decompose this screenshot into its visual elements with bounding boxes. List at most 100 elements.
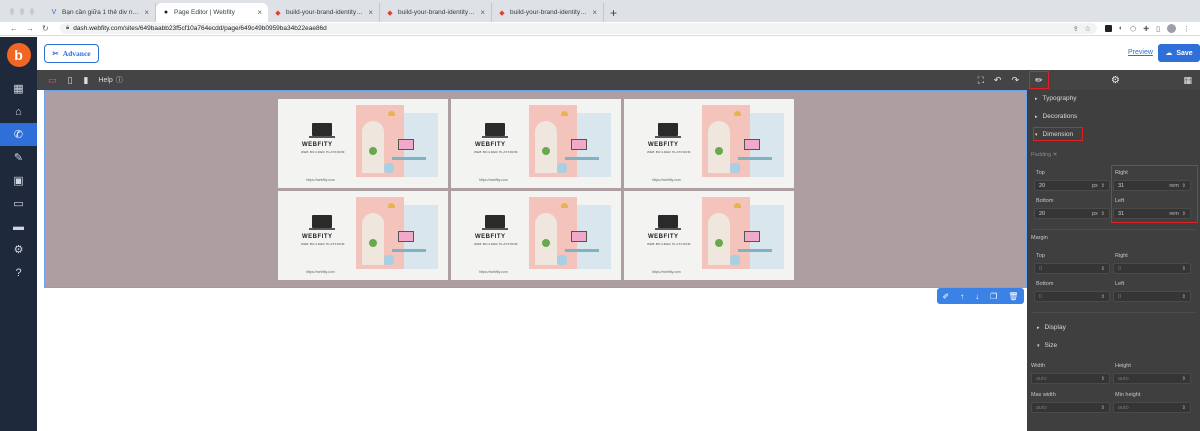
- settings-icon: ⚙: [13, 244, 24, 256]
- mobile-device-icon[interactable]: ▮: [83, 75, 88, 86]
- sidebar-item-chat[interactable]: ✆: [0, 123, 37, 146]
- preview-link[interactable]: Preview: [1128, 49, 1153, 56]
- forward-icon[interactable]: →: [26, 24, 34, 33]
- reload-icon[interactable]: ↻: [42, 24, 49, 33]
- move-up-icon[interactable]: ↑: [960, 292, 964, 301]
- tab-close-icon[interactable]: ×: [257, 8, 262, 17]
- tab-close-icon[interactable]: ×: [368, 8, 373, 17]
- min-height-input[interactable]: auto ⇕: [1113, 402, 1191, 413]
- card-tagline: WEB BUILDER PLATFORM: [301, 150, 345, 154]
- fullscreen-icon[interactable]: ⛶: [978, 75, 984, 86]
- blocks-grid-icon[interactable]: ▦: [1183, 75, 1192, 86]
- sidebar-item-pin[interactable]: ✎: [0, 146, 37, 169]
- sidebar-item-home[interactable]: ⌂: [0, 100, 37, 123]
- extension-icon[interactable]: ⬡: [1130, 25, 1136, 33]
- extension-icon[interactable]: [1104, 25, 1112, 32]
- tablet-device-icon[interactable]: ▯: [68, 75, 73, 86]
- new-tab-button[interactable]: +: [604, 3, 623, 22]
- grid-image[interactable]: WEBFITY WEB BUILDER PLATFORM https://web…: [451, 191, 621, 280]
- browser-tab[interactable]: ◆ build-your-brand-identity-with ×: [492, 3, 604, 22]
- profile-avatar[interactable]: [1167, 24, 1176, 33]
- save-button[interactable]: ☁ Save: [1158, 44, 1200, 62]
- copy-icon[interactable]: ❐: [990, 292, 997, 301]
- grid-image[interactable]: WEBFITY WEB BUILDER PLATFORM https://web…: [451, 99, 621, 188]
- display-section[interactable]: ▸ Display: [1037, 324, 1066, 331]
- grid-image[interactable]: WEBFITY WEB BUILDER PLATFORM https://web…: [278, 191, 448, 280]
- more-menu-icon[interactable]: ⋮: [1183, 25, 1190, 33]
- close-window-button[interactable]: [10, 7, 14, 15]
- sidebar-toggle-icon[interactable]: ▯: [1156, 25, 1160, 33]
- help-icon: ?: [15, 266, 22, 279]
- tab-close-icon[interactable]: ×: [480, 8, 485, 17]
- padding-top-input[interactable]: 20 px ⇕: [1034, 180, 1110, 191]
- divider: [1031, 229, 1196, 230]
- tab-close-icon[interactable]: ×: [144, 8, 149, 17]
- laptop-icon: [309, 215, 335, 230]
- puzzle-icon[interactable]: ✚: [1143, 25, 1149, 33]
- card-site: https://webfity.com: [306, 270, 335, 274]
- app-logo[interactable]: b: [6, 43, 31, 67]
- min-height-label: Min height: [1115, 392, 1141, 398]
- sidebar-item-media[interactable]: ▬: [0, 215, 37, 238]
- grid-image[interactable]: WEBFITY WEB BUILDER PLATFORM https://web…: [624, 191, 794, 280]
- maximize-window-button[interactable]: [30, 7, 34, 15]
- style-brush-icon[interactable]: ✐: [942, 292, 949, 301]
- selected-section[interactable]: WEBFITY WEB BUILDER PLATFORM https://web…: [44, 90, 1027, 288]
- margin-bottom-input[interactable]: 0 ⇕: [1034, 291, 1110, 302]
- redo-icon[interactable]: ↷: [1011, 75, 1019, 86]
- back-icon[interactable]: ←: [10, 24, 18, 33]
- margin-top-label: Top: [1036, 253, 1045, 259]
- margin-right-input[interactable]: 0 ⇕: [1113, 263, 1191, 274]
- caret-right-icon: ▸: [1037, 324, 1040, 331]
- move-down-icon[interactable]: ↓: [975, 292, 979, 301]
- typography-label: Typography: [1042, 95, 1077, 102]
- undo-icon[interactable]: ↶: [994, 75, 1002, 86]
- typography-section[interactable]: ▸ Typography: [1035, 95, 1076, 102]
- width-input[interactable]: auto ⇕: [1031, 373, 1110, 384]
- max-width-input[interactable]: auto ⇕: [1031, 402, 1110, 413]
- sidebar-item-images[interactable]: ▣: [0, 169, 37, 192]
- card-tagline: WEB BUILDER PLATFORM: [474, 242, 518, 246]
- app-sidebar: b ▦ ⌂ ✆ ✎ ▣ ▭ ▬ ⚙ ?: [0, 37, 37, 431]
- sidebar-item-help[interactable]: ?: [0, 261, 37, 284]
- grid-image[interactable]: WEBFITY WEB BUILDER PLATFORM https://web…: [278, 99, 448, 188]
- laptop-icon: [482, 123, 508, 138]
- sidebar-item-window[interactable]: ▭: [0, 192, 37, 215]
- share-icon[interactable]: ⇪: [1073, 25, 1079, 33]
- tab-favicon-icon: ◆: [387, 9, 393, 17]
- delete-icon[interactable]: 🗑︎: [1008, 292, 1018, 301]
- help-label: Help: [98, 76, 113, 84]
- stepper-icon: ⇕: [1100, 182, 1105, 189]
- sidebar-item-dashboard[interactable]: ▦: [0, 77, 37, 100]
- bookmark-star-icon[interactable]: ☆: [1085, 25, 1091, 33]
- stepper-icon: ⇕: [1100, 265, 1105, 272]
- advance-button[interactable]: ✂ Advance: [44, 44, 99, 63]
- margin-left-input[interactable]: 0 ⇕: [1113, 291, 1191, 302]
- grid-image[interactable]: WEBFITY WEB BUILDER PLATFORM https://web…: [624, 99, 794, 188]
- decorations-section[interactable]: ▸ Decorations: [1035, 113, 1077, 120]
- clear-icon[interactable]: ✕: [1053, 152, 1058, 158]
- browser-tab[interactable]: V Bạn cần giữa 1 thẻ div như thế ×: [44, 3, 156, 22]
- tab-title: build-your-brand-identity-with: [398, 9, 477, 16]
- minimize-window-button[interactable]: [20, 7, 24, 15]
- advance-label: Advance: [62, 49, 91, 58]
- size-section[interactable]: ▾ Size: [1037, 342, 1057, 349]
- style-manager-tab[interactable]: ✏: [1029, 71, 1049, 89]
- desktop-device-icon[interactable]: ▭: [48, 75, 57, 86]
- extension-icon[interactable]: ◐: [1119, 25, 1123, 32]
- margin-top-input[interactable]: 0 ⇕: [1034, 263, 1110, 274]
- tab-title: Bạn cần giữa 1 thẻ div như thế: [62, 9, 141, 16]
- browser-tab[interactable]: ◆ build-your-brand-identity-with ×: [380, 3, 492, 22]
- browser-tab[interactable]: ◆ build-your-brand-identity-with ×: [268, 3, 380, 22]
- browser-tab-active[interactable]: ● Page Editor | Webfity ×: [156, 3, 268, 22]
- height-input[interactable]: auto ⇕: [1113, 373, 1191, 384]
- url-field[interactable]: 🔒︎ dash.webfity.com/sites/649baabb23f5cf…: [60, 23, 1097, 34]
- tab-close-icon[interactable]: ×: [592, 8, 597, 17]
- margin-bottom-label: Bottom: [1036, 281, 1054, 287]
- gear-icon[interactable]: ⚙: [1111, 75, 1120, 86]
- padding-bottom-input[interactable]: 20 px ⇕: [1034, 208, 1110, 219]
- sidebar-item-settings[interactable]: ⚙: [0, 238, 37, 261]
- help-button[interactable]: Help ⓘ: [98, 75, 122, 85]
- nav-buttons: ← → ↻: [0, 24, 60, 33]
- editor-top-bar: ✂ Advance Preview ☁ Save: [37, 37, 1200, 70]
